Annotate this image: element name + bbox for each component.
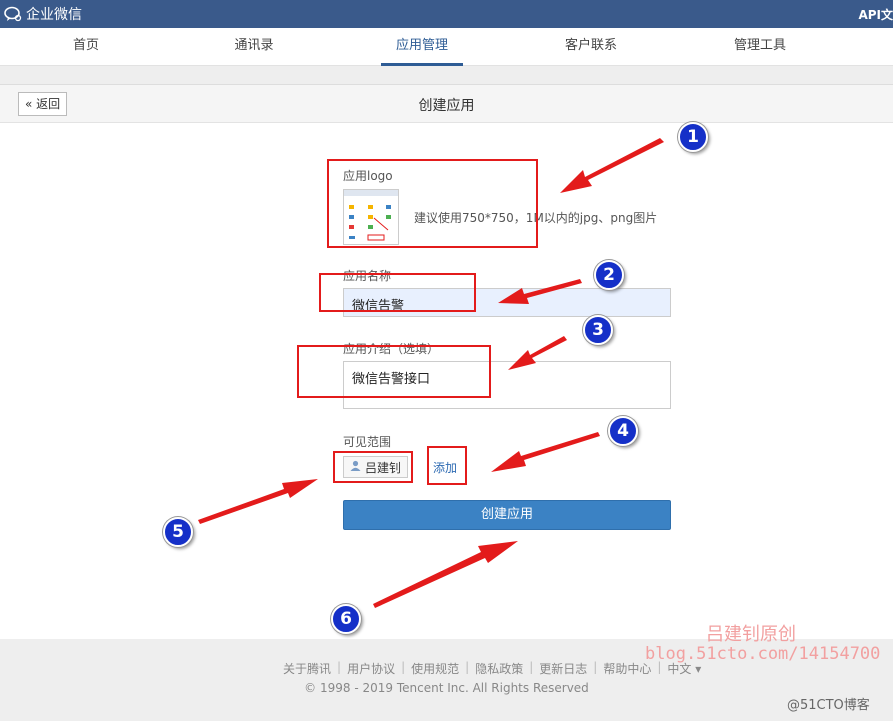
annotation-badge-4: 4	[608, 416, 638, 446]
footer-link-terms[interactable]: 用户协议	[347, 660, 395, 677]
arrow-1	[560, 138, 664, 193]
arrow-4	[491, 432, 600, 472]
footer-separator: |	[337, 660, 342, 674]
copyright: © 1998 - 2019 Tencent Inc. All Rights Re…	[304, 681, 589, 695]
arrow-6	[373, 541, 518, 608]
arrow-5	[198, 479, 318, 524]
annotation-badge-1: 1	[678, 122, 708, 152]
arrow-3	[508, 336, 567, 370]
annotation-badge-2: 2	[594, 260, 624, 290]
footer-separator: |	[529, 660, 534, 674]
annotation-badge-5: 5	[163, 517, 193, 547]
footer-separator: |	[401, 660, 406, 674]
annotation-badge-3: 3	[583, 315, 613, 345]
footer-links: 关于腾讯 | 用户协议 | 使用规范 | 隐私政策 | 更新日志 | 帮助中心 | 中文 ▾	[283, 660, 701, 677]
annotation-arrows	[198, 138, 664, 608]
arrow-2	[498, 279, 582, 304]
footer-link-privacy[interactable]: 隐私政策	[475, 660, 523, 677]
footer-link-changelog[interactable]: 更新日志	[539, 660, 587, 677]
watermark-author: 吕建钊原创	[706, 624, 796, 645]
annotation-badge-6: 6	[331, 604, 361, 634]
footer-separator: |	[465, 660, 470, 674]
footer-link-rules[interactable]: 使用规范	[411, 660, 459, 677]
footer-link-about[interactable]: 关于腾讯	[283, 660, 331, 677]
watermark-blog-url: blog.51cto.com/14154700	[645, 644, 881, 664]
watermark-site: @51CTO博客	[787, 698, 870, 713]
footer-separator: |	[593, 660, 598, 674]
